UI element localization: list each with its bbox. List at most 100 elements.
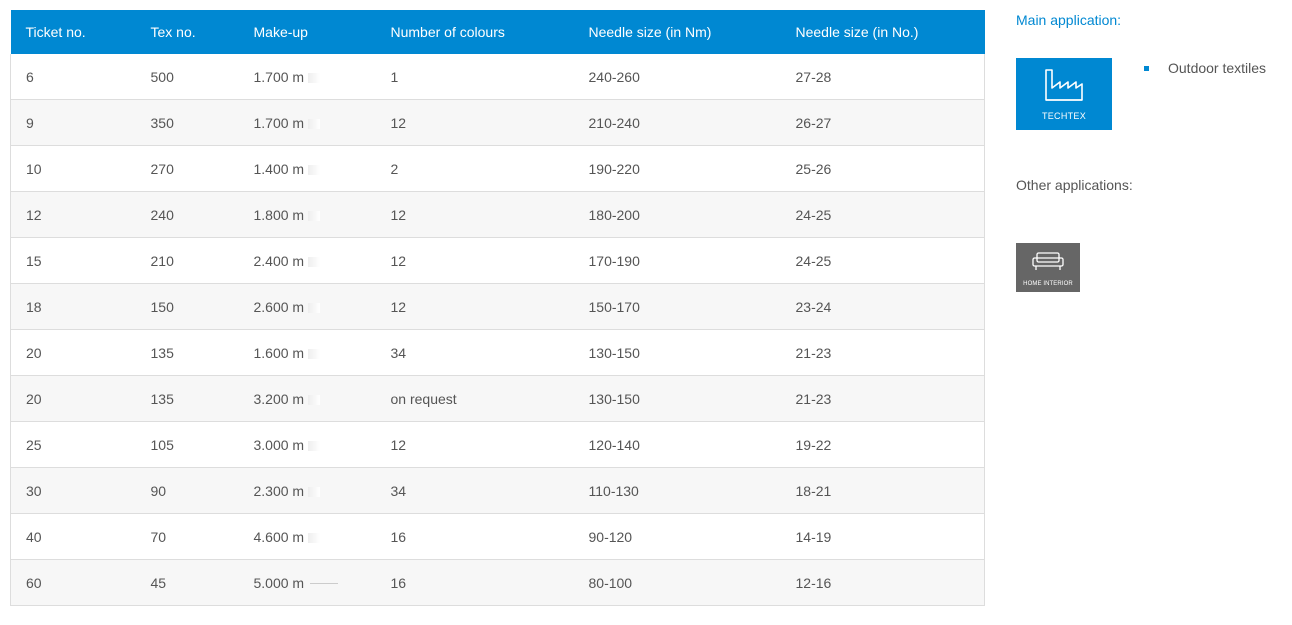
cell-number-of-colours-value: 34 (390, 344, 407, 361)
cell-make-up-value: 2.600 m (253, 298, 305, 315)
techtex-tile-label: TECHTEX (1041, 111, 1087, 121)
cell-ticket-no: 10 (10, 145, 136, 192)
cell-make-up: 2.600 m (238, 283, 376, 330)
cell-tex-no: 270 (135, 145, 239, 192)
table-row: 12 240 1.800 m 12 180-200 24-25 (10, 191, 985, 238)
cell-make-up-value: 3.000 m (253, 436, 305, 453)
cell-tex-no-value: 90 (150, 482, 167, 499)
other-applications-label: Other applications: (1016, 177, 1133, 193)
cell-needle-size-nm: 240-260 (573, 54, 781, 100)
cell-needle-size-nm-value: 130-150 (588, 390, 640, 407)
cell-ticket-no-value: 6 (26, 68, 34, 85)
cell-ticket-no-value: 20 (26, 390, 42, 407)
home-interior-tile[interactable]: HOME INTERIOR (1016, 243, 1080, 292)
cell-make-up-value: 3.200 m (253, 390, 305, 407)
table-row: 60 45 5.000 m 16 80-100 12-16 (10, 559, 985, 606)
cell-number-of-colours: 12 (375, 99, 574, 146)
cell-needle-size-nm: 120-140 (573, 421, 781, 468)
cell-needle-size-nm: 80-100 (573, 559, 781, 606)
cell-needle-size-no: 24-25 (780, 191, 985, 238)
sofa-icon (1032, 252, 1064, 270)
cell-make-up-value: 1.700 m (253, 114, 305, 131)
colour-swatch-icon (308, 440, 321, 451)
cell-number-of-colours: on request (375, 375, 574, 422)
cell-needle-size-no-value: 21-23 (795, 390, 832, 407)
colour-swatch-icon (308, 348, 321, 359)
table-row: 15 210 2.400 m 12 170-190 24-25 (10, 237, 985, 284)
cell-ticket-no: 12 (10, 191, 136, 238)
cell-ticket-no: 20 (10, 329, 136, 376)
cell-tex-no: 135 (135, 375, 239, 422)
cell-number-of-colours-value: 2 (390, 160, 399, 177)
cell-make-up-value: 2.400 m (253, 252, 305, 269)
cell-needle-size-nm: 110-130 (573, 467, 781, 514)
cell-needle-size-nm: 150-170 (573, 283, 781, 330)
cell-tex-no-value: 210 (150, 252, 174, 269)
header-needle-size-no: Needle size (in No.) (780, 10, 985, 54)
cell-needle-size-no-value: 21-23 (795, 344, 832, 361)
cell-needle-size-no: 12-16 (780, 559, 985, 606)
cell-needle-size-nm-value: 240-260 (588, 68, 640, 85)
cell-ticket-no: 18 (10, 283, 136, 330)
techtex-tile[interactable]: TECHTEX (1016, 58, 1112, 130)
bullet-icon (1144, 66, 1149, 71)
table-row: 40 70 4.600 m 16 90-120 14-19 (10, 513, 985, 560)
cell-number-of-colours: 34 (375, 467, 574, 514)
cell-make-up: 5.000 m (238, 559, 376, 606)
cell-needle-size-nm-value: 130-150 (588, 344, 640, 361)
cell-ticket-no-value: 30 (26, 482, 42, 499)
thread-spec-table-wrapper: Ticket no. Tex no. Make-up Number of col… (10, 10, 985, 606)
cell-make-up: 2.400 m (238, 237, 376, 284)
cell-tex-no: 135 (135, 329, 239, 376)
cell-make-up-value: 1.700 m (253, 68, 305, 85)
header-make-up: Make-up (238, 10, 376, 54)
cell-needle-size-no-value: 23-24 (795, 298, 832, 315)
cell-needle-size-no: 14-19 (780, 513, 985, 560)
cell-needle-size-no-value: 24-25 (795, 252, 832, 269)
list-item: Outdoor textiles (1144, 60, 1266, 76)
cell-needle-size-no-value: 25-26 (795, 160, 832, 177)
cell-needle-size-no: 24-25 (780, 237, 985, 284)
cell-needle-size-nm-value: 210-240 (588, 114, 640, 131)
colour-swatch-icon (308, 486, 321, 497)
table-row: 18 150 2.600 m 12 150-170 23-24 (10, 283, 985, 330)
cell-tex-no: 105 (135, 421, 239, 468)
table-row: 20 135 3.200 m on request 130-150 21-23 (10, 375, 985, 422)
header-number-of-colours: Number of colours (375, 10, 574, 54)
cell-make-up-value: 1.800 m (253, 206, 305, 223)
cell-needle-size-nm-value: 180-200 (588, 206, 640, 223)
applications-sidebar: Main application: TECHTEX Outdoor textil… (1016, 0, 1286, 625)
cell-number-of-colours-value: on request (390, 390, 457, 407)
cell-needle-size-no-value: 12-16 (795, 574, 832, 591)
table-row: 25 105 3.000 m 12 120-140 19-22 (10, 421, 985, 468)
cell-needle-size-nm: 190-220 (573, 145, 781, 192)
table-row: 30 90 2.300 m 34 110-130 18-21 (10, 467, 985, 514)
cell-needle-size-no-value: 14-19 (795, 528, 832, 545)
cell-needle-size-no: 19-22 (780, 421, 985, 468)
table-row: 9 350 1.700 m 12 210-240 26-27 (10, 99, 985, 146)
cell-needle-size-nm: 90-120 (573, 513, 781, 560)
cell-ticket-no-value: 10 (26, 160, 42, 177)
cell-needle-size-nm: 170-190 (573, 237, 781, 284)
cell-ticket-no: 20 (10, 375, 136, 422)
cell-needle-size-no: 21-23 (780, 375, 985, 422)
cell-tex-no: 70 (135, 513, 239, 560)
table-row: 10 270 1.400 m 2 190-220 25-26 (10, 145, 985, 192)
cell-needle-size-nm-value: 120-140 (588, 436, 640, 453)
cell-tex-no-value: 135 (150, 390, 174, 407)
cell-ticket-no-value: 18 (26, 298, 42, 315)
cell-needle-size-no: 18-21 (780, 467, 985, 514)
cell-needle-size-no: 23-24 (780, 283, 985, 330)
header-needle-size-nm: Needle size (in Nm) (573, 10, 781, 54)
cell-needle-size-no-value: 26-27 (795, 114, 832, 131)
cell-tex-no-value: 45 (150, 574, 167, 591)
cell-number-of-colours: 12 (375, 191, 574, 238)
cell-make-up: 1.700 m (238, 54, 376, 100)
cell-ticket-no-value: 12 (26, 206, 42, 223)
cell-tex-no-value: 270 (150, 160, 174, 177)
cell-number-of-colours: 34 (375, 329, 574, 376)
factory-icon (1045, 69, 1083, 101)
table-row: 6 500 1.700 m 1 240-260 27-28 (10, 54, 985, 100)
cell-make-up: 1.800 m (238, 191, 376, 238)
cell-needle-size-nm: 210-240 (573, 99, 781, 146)
